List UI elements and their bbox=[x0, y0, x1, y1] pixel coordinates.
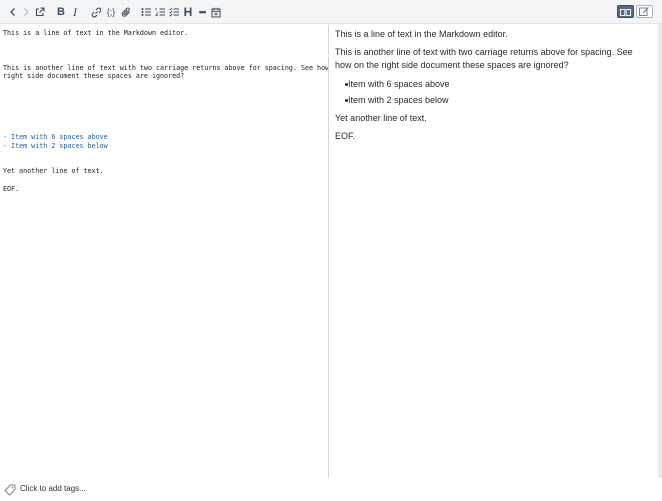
italic-icon[interactable]: I bbox=[66, 3, 84, 21]
editor-line: Yet another line of text. bbox=[3, 167, 104, 175]
tag-bar: Click to add tags... bbox=[0, 478, 662, 500]
add-tags-field[interactable]: Click to add tags... bbox=[20, 484, 86, 493]
code-glyph: {;} bbox=[106, 6, 116, 17]
hr-glyph: ••• bbox=[198, 6, 207, 17]
markdown-preview-pane: This is a line of text in the Markdown e… bbox=[329, 24, 658, 478]
tag-icon bbox=[4, 483, 16, 496]
editor-list-line: - Item with 6 spaces above bbox=[3, 133, 108, 141]
preview-paragraph: This is a line of text in the Markdown e… bbox=[335, 29, 508, 39]
markdown-editor-pane[interactable]: This is a line of text in the Markdown e… bbox=[0, 24, 357, 478]
italic-glyph: I bbox=[73, 5, 77, 19]
preview-paragraph: EOF. bbox=[335, 131, 356, 141]
editor-toolbar: B I {;} H ••• bbox=[0, 0, 662, 24]
insert-time-icon[interactable] bbox=[207, 3, 225, 21]
editor-line: right side document these spaces are ign… bbox=[3, 72, 185, 80]
editor-line: This is a line of text in the Markdown e… bbox=[3, 29, 189, 37]
scrollbar-track[interactable] bbox=[658, 24, 662, 478]
heading-glyph: H bbox=[183, 5, 193, 19]
edit-note-icon bbox=[639, 3, 650, 21]
bold-glyph: B bbox=[57, 5, 65, 18]
editor-list-line: - Item with 2 spaces below bbox=[3, 142, 108, 150]
preview-paragraph: Yet another line of text. bbox=[335, 113, 427, 123]
attachment-icon[interactable] bbox=[117, 3, 135, 21]
preview-list-item: Item with 2 spaces below bbox=[348, 95, 449, 105]
external-link-icon[interactable] bbox=[31, 3, 49, 21]
editor-line: EOF. bbox=[3, 185, 20, 193]
preview-paragraph: This is another line of text with two ca… bbox=[335, 47, 633, 70]
edit-mode-toggle[interactable] bbox=[636, 5, 653, 18]
preview-list-item: Item with 6 spaces above bbox=[348, 79, 450, 89]
split-view-toggle[interactable] bbox=[617, 5, 634, 18]
split-view-icon bbox=[620, 3, 631, 21]
